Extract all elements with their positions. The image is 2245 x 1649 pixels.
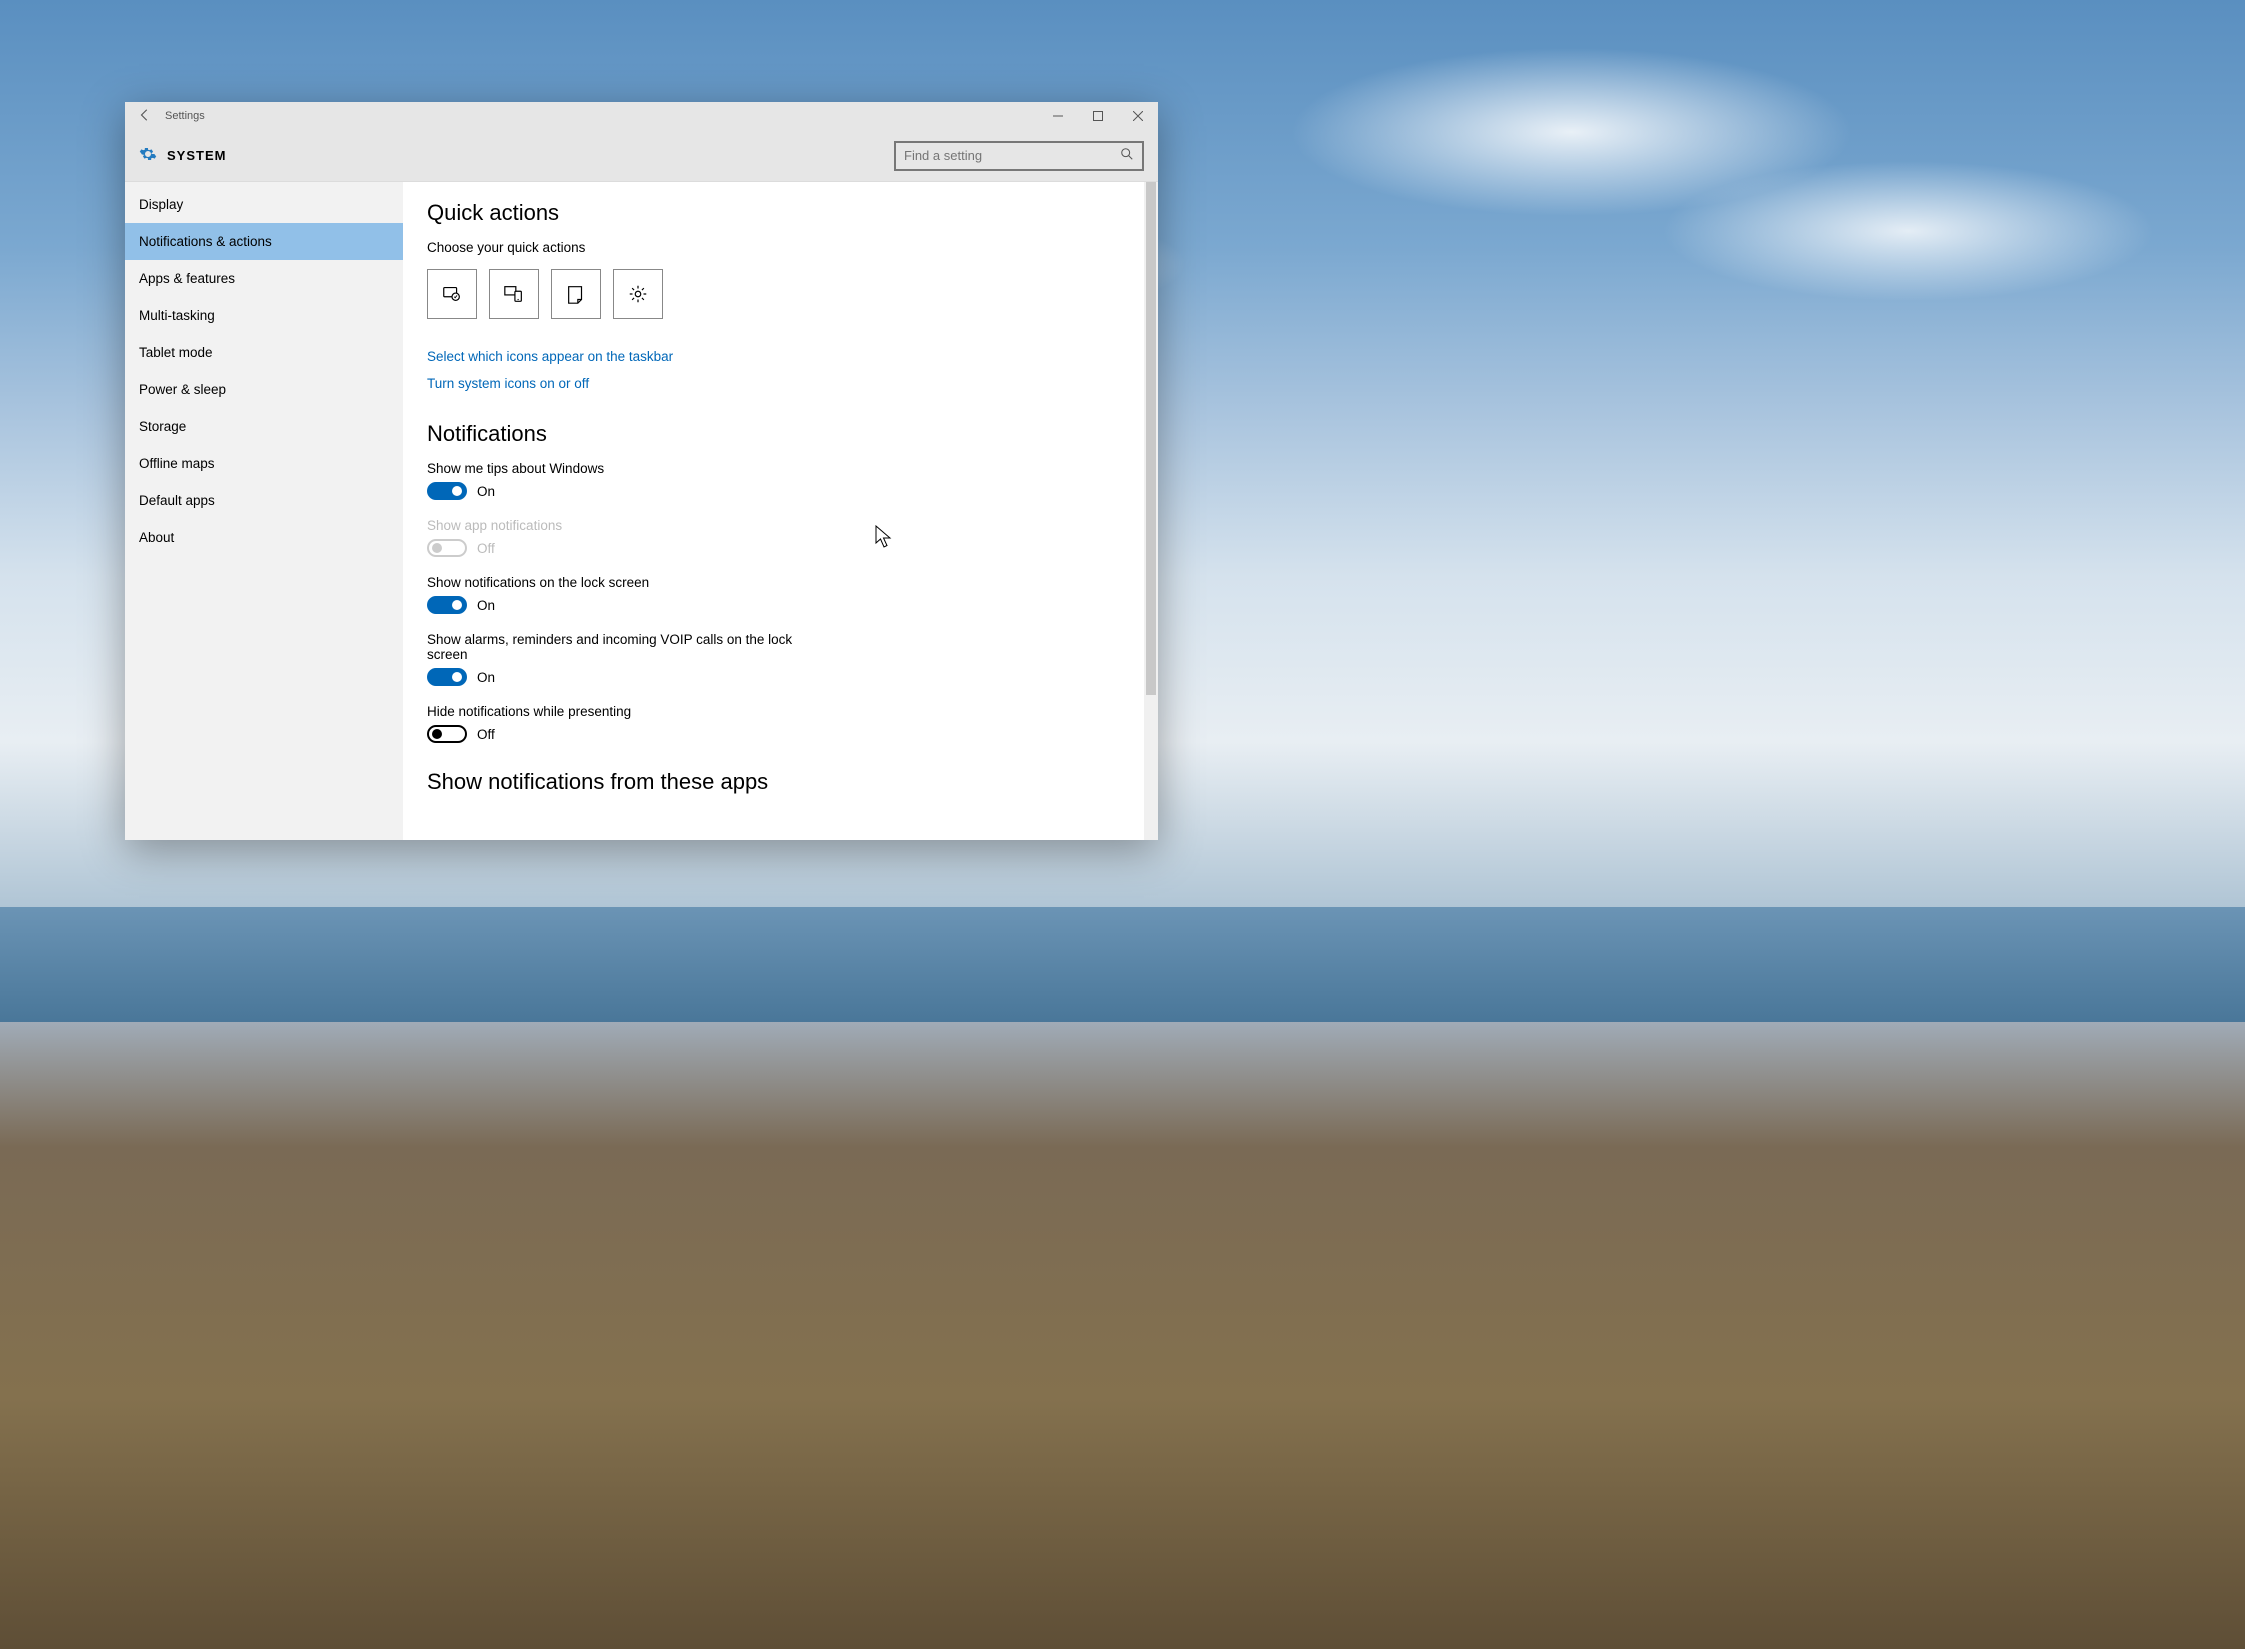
search-input[interactable] [904,148,1120,163]
toggle-row: Show alarms, reminders and incoming VOIP… [427,632,807,686]
back-button[interactable] [125,108,165,125]
link-taskbar-icons[interactable]: Select which icons appear on the taskbar [427,349,1134,364]
toggle-label: Show app notifications [427,518,807,533]
settings-window: Settings SYSTEM DisplayNotifications & a… [125,102,1158,840]
toggle-label: Show notifications on the lock screen [427,575,807,590]
window-title: Settings [165,110,205,122]
toggle-switch[interactable] [427,668,467,686]
header-bar: SYSTEM [125,130,1158,182]
sidebar-item-offline-maps[interactable]: Offline maps [125,445,403,482]
toggle-state: Off [477,727,495,742]
search-icon [1120,147,1134,164]
quick-action-note[interactable] [551,269,601,319]
toggle-switch[interactable] [427,725,467,743]
sidebar-item-about[interactable]: About [125,519,403,556]
toggle-state: Off [477,541,495,556]
toggle-label: Show alarms, reminders and incoming VOIP… [427,632,807,662]
toggle-state: On [477,598,495,613]
close-button[interactable] [1118,102,1158,130]
content-area: Quick actions Choose your quick actions [403,182,1158,840]
sidebar-item-multi-tasking[interactable]: Multi-tasking [125,297,403,334]
quick-action-tablet-mode[interactable] [427,269,477,319]
scrollbar-thumb[interactable] [1146,182,1156,695]
toggle-row: Show app notifications Off [427,518,807,557]
toggle-switch [427,539,467,557]
link-system-icons[interactable]: Turn system icons on or off [427,376,1134,391]
maximize-button[interactable] [1078,102,1118,130]
toggle-row: Show notifications on the lock screen On [427,575,807,614]
sidebar-item-power-sleep[interactable]: Power & sleep [125,371,403,408]
desktop-wallpaper-beach [0,1022,2245,1649]
quick-actions-heading: Quick actions [427,200,1134,226]
toggle-row: Hide notifications while presenting Off [427,704,807,743]
sidebar-item-display[interactable]: Display [125,186,403,223]
quick-actions-subheading: Choose your quick actions [427,240,1134,255]
minimize-button[interactable] [1038,102,1078,130]
sidebar-item-notifications-actions[interactable]: Notifications & actions [125,223,403,260]
toggle-row: Show me tips about Windows On [427,461,807,500]
settings-gear-icon [139,145,157,166]
toggle-state: On [477,484,495,499]
sidebar-item-storage[interactable]: Storage [125,408,403,445]
search-box[interactable] [894,141,1144,171]
apps-notifications-heading: Show notifications from these apps [427,769,1134,795]
toggle-label: Show me tips about Windows [427,461,807,476]
toggle-state: On [477,670,495,685]
sidebar-item-tablet-mode[interactable]: Tablet mode [125,334,403,371]
sidebar-item-default-apps[interactable]: Default apps [125,482,403,519]
section-title: SYSTEM [167,148,226,163]
vertical-scrollbar[interactable] [1144,182,1158,840]
sidebar: DisplayNotifications & actionsApps & fea… [125,182,403,840]
toggle-switch[interactable] [427,482,467,500]
quick-action-all-settings[interactable] [613,269,663,319]
sidebar-item-apps-features[interactable]: Apps & features [125,260,403,297]
toggle-label: Hide notifications while presenting [427,704,807,719]
quick-action-connect[interactable] [489,269,539,319]
window-titlebar[interactable]: Settings [125,102,1158,130]
notifications-heading: Notifications [427,421,1134,447]
quick-actions-row [427,269,1134,319]
toggle-switch[interactable] [427,596,467,614]
